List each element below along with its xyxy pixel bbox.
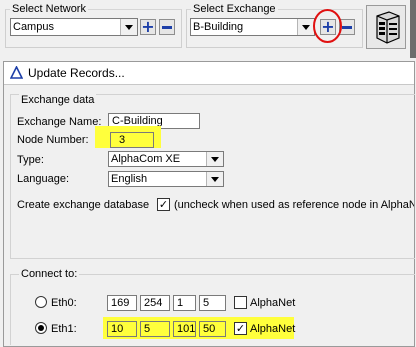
eth0-label: Eth0: (51, 297, 77, 309)
eth0-ip-octet-4[interactable]: 5 (199, 295, 226, 311)
select-network-label: Select Network (10, 3, 88, 15)
eth1-ip-octet-3[interactable]: 101 (173, 321, 196, 337)
exchange-select-value: B-Building (193, 21, 244, 33)
eth0-ip-octet-2[interactable]: 254 (140, 295, 170, 311)
plus-icon: + (141, 17, 155, 36)
eth0-alphanet-checkbox[interactable] (234, 296, 247, 309)
select-exchange-label: Select Exchange (191, 3, 278, 15)
radio-dot-icon (38, 325, 44, 331)
chevron-down-icon[interactable] (206, 172, 223, 186)
create-db-label: Create exchange database (17, 199, 150, 211)
network-select[interactable]: Campus (10, 18, 138, 36)
eth0-alphanet-label: AlphaNet (250, 297, 296, 309)
eth0-ip-octet-1[interactable]: 169 (107, 295, 137, 311)
dialog-title: Update Records... (28, 66, 125, 80)
type-select-value: AlphaCom XE (111, 153, 181, 165)
eth1-ip-octet-1[interactable]: 10 (107, 321, 137, 337)
language-select-value: English (111, 173, 148, 185)
eth0-radio[interactable] (35, 296, 47, 308)
eth1-ip-octet-2[interactable]: 5 (140, 321, 170, 337)
exchange-name-label: Exchange Name: (17, 116, 102, 128)
toolbar-edge (410, 0, 416, 58)
exchange-select[interactable]: B-Building (190, 18, 315, 36)
eth1-alphanet-checkbox[interactable]: ✓ (234, 322, 247, 335)
node-number-label: Node Number: (17, 134, 89, 146)
create-db-note: (uncheck when used as reference node in … (174, 199, 414, 211)
top-toolbar: Select Network Campus + Select Exchange … (0, 0, 416, 58)
update-records-dialog: Update Records... Exchange data Exchange… (3, 61, 415, 347)
warning-triangle-icon (10, 66, 23, 79)
language-label: Language: (17, 173, 69, 185)
connect-to-label: Connect to: (19, 268, 80, 280)
eth1-label: Eth1: (51, 323, 77, 335)
checkmark-icon: ✓ (158, 198, 169, 211)
section-exchange-title: Exchange data (19, 94, 97, 106)
database-button[interactable] (366, 5, 406, 49)
create-db-checkbox[interactable]: ✓ (157, 198, 170, 211)
dialog-titlebar: Update Records... (4, 62, 414, 85)
eth1-radio[interactable] (35, 322, 47, 334)
database-icon (376, 11, 400, 44)
node-number-field[interactable]: 3 (110, 132, 154, 148)
annotation-circle (313, 9, 342, 43)
eth0-ip-octet-3[interactable]: 1 (173, 295, 196, 311)
add-network-button[interactable]: + (140, 19, 156, 35)
chevron-down-icon[interactable] (206, 152, 223, 166)
network-select-value: Campus (13, 21, 54, 33)
type-select[interactable]: AlphaCom XE (108, 151, 224, 167)
eth1-ip-octet-4[interactable]: 50 (199, 321, 226, 337)
remove-network-button[interactable] (159, 19, 175, 35)
language-select[interactable]: English (108, 171, 224, 187)
checkmark-icon: ✓ (235, 322, 246, 335)
type-label: Type: (17, 154, 44, 166)
select-network-group: Select Network Campus + (5, 3, 182, 48)
minus-icon (162, 25, 172, 29)
chevron-down-icon[interactable] (120, 19, 137, 35)
eth1-alphanet-label: AlphaNet (250, 323, 296, 335)
